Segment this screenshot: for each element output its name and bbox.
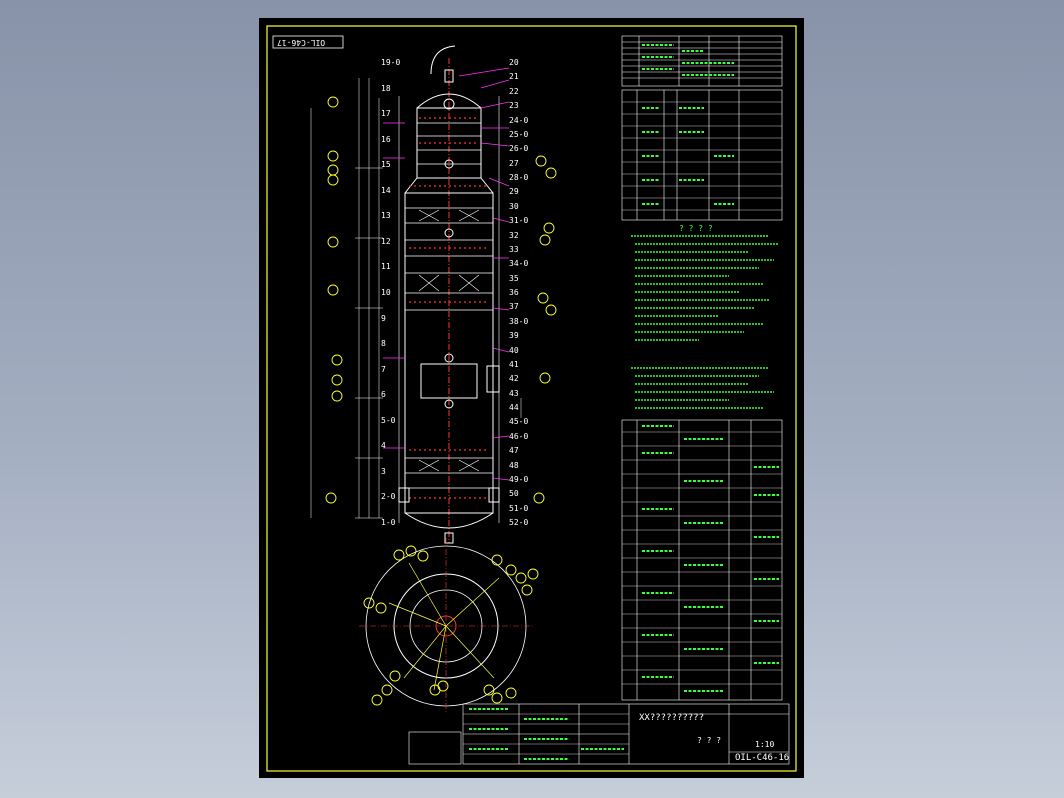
callout-right: 27 [509, 158, 519, 168]
callout-left: 12 [381, 236, 391, 246]
drawing-sheet: OIL-C46-17 ? ? ? ? XX?????????? ? ? ? 1:… [259, 18, 804, 778]
callout-right: 35 [509, 273, 519, 283]
callout-right: 36 [509, 288, 519, 297]
callout-left: 14 [381, 185, 391, 195]
callout-left: 9 [381, 313, 386, 323]
callout-right: 51-0 [509, 503, 529, 513]
callout-right: 50 [509, 489, 519, 499]
callout-right: 48 [509, 460, 519, 470]
callout-right: 26-0 [509, 144, 529, 154]
callout-right: 37 [509, 302, 519, 312]
callout-right: 42 [509, 374, 519, 384]
company-name: XX?????????? [639, 713, 705, 723]
callout-right: 39 [509, 331, 519, 341]
callout-right: 33 [509, 244, 519, 254]
callout-right: 40 [509, 345, 519, 355]
callout-right: 30 [509, 201, 519, 211]
notes-heading: ? ? ? ? [679, 224, 713, 233]
callout-left: 1-0 [381, 518, 396, 527]
callout-left: 15 [381, 160, 391, 170]
tables [408, 35, 790, 765]
plan-view [359, 538, 539, 713]
callout-left: 10 [381, 288, 391, 297]
left-bubbles [325, 96, 343, 504]
callout-left: 5-0 [381, 415, 396, 425]
callout-right: 23 [509, 101, 519, 111]
scale-label: 1:10 [755, 740, 775, 749]
drawing-number: OIL-C46-16 [735, 753, 790, 763]
callout-right: 34-0 [509, 259, 529, 269]
callout-left: 18 [381, 83, 391, 93]
callout-right: 32 [509, 230, 519, 240]
stamp-text: OIL-C46-17 [277, 38, 326, 47]
tower-elevation [398, 45, 500, 544]
callout-right: 24-0 [509, 115, 529, 125]
callout-right: 29 [509, 187, 519, 197]
callout-right: 21 [509, 72, 519, 82]
callout-left: 11 [381, 262, 391, 272]
callout-left: 19-0 [381, 58, 401, 67]
callout-right: 20 [509, 58, 519, 67]
callout-right: 28-0 [509, 173, 529, 182]
callout-right: 41 [509, 359, 519, 369]
table-rows [463, 101, 782, 755]
cad-drawing [266, 25, 797, 772]
drawing-frame [266, 25, 797, 772]
callout-left: 16 [381, 134, 391, 144]
callout-left: 7 [381, 364, 386, 374]
title-block-chars: ? ? ? [697, 736, 722, 745]
leaders [383, 67, 510, 481]
callout-right: 43 [509, 388, 519, 398]
callout-right: 45-0 [509, 417, 529, 427]
callout-right: 31-0 [509, 216, 529, 226]
callout-right: 52-0 [509, 518, 529, 527]
callout-left: 17 [381, 109, 391, 119]
callout-left: 2-0 [381, 492, 396, 502]
technical-notes [631, 235, 779, 409]
callout-right: 44 [509, 403, 519, 412]
callout-left: 3 [381, 466, 386, 476]
callout-left: 13 [381, 211, 391, 221]
table-text [642, 44, 734, 205]
callout-left: 4 [381, 441, 386, 451]
right-bubbles [533, 155, 557, 504]
callout-right: 49-0 [509, 474, 529, 484]
callout-right: 38-0 [509, 316, 529, 326]
callout-right: 47 [509, 446, 519, 456]
callout-right: 22 [509, 86, 519, 96]
callout-left: 6 [381, 390, 386, 400]
callout-right: 46-0 [509, 431, 529, 441]
callout-right: 25-0 [509, 129, 529, 139]
callout-left: 8 [381, 339, 386, 349]
